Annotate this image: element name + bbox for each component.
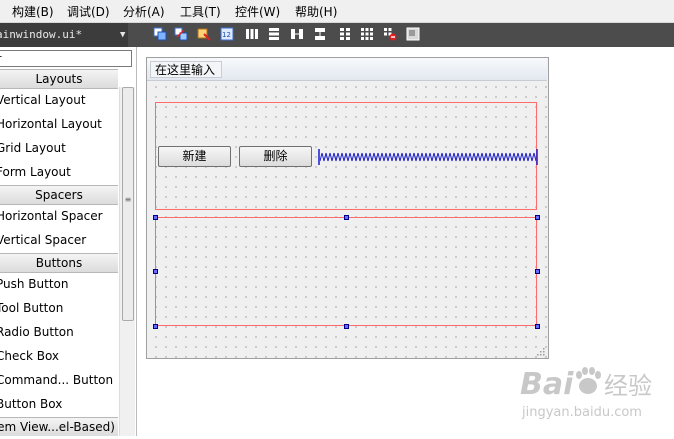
list-item-horizontal-layout[interactable]: Horizontal Layout: [0, 112, 121, 136]
vertical-scrollbar[interactable]: ≡: [119, 87, 135, 436]
resize-handle-top-left[interactable]: [153, 215, 158, 220]
file-name: ainwindow.ui*: [0, 28, 83, 41]
layout-grid-icon[interactable]: [360, 27, 374, 41]
list-item-command-link-button[interactable]: Command... Button: [0, 368, 121, 392]
menu-widgets[interactable]: 控件(W): [235, 3, 280, 20]
edit-buddies-icon[interactable]: [197, 27, 211, 41]
layout-horizontal-splitter-icon[interactable]: [290, 27, 304, 41]
new-button[interactable]: 新建: [158, 146, 231, 167]
watermark-brand: Bai: [520, 367, 574, 402]
menu-analyze[interactable]: 分析(A): [123, 3, 165, 20]
list-item-check-box[interactable]: Check Box: [0, 344, 121, 368]
horizontal-spacer[interactable]: [318, 149, 538, 165]
category-spacers[interactable]: Spacers: [0, 185, 118, 205]
svg-text:12: 12: [222, 31, 231, 39]
menu-type-here[interactable]: 在这里输入: [150, 61, 222, 78]
list-item-vertical-layout[interactable]: Vertical Layout: [0, 88, 121, 112]
scrollbar-thumb[interactable]: ≡: [122, 87, 134, 321]
menu-bar: 构建(B) 调试(D) 分析(A) 工具(T) 控件(W) 帮助(H): [0, 0, 674, 23]
resize-handle-top-right[interactable]: [535, 215, 540, 220]
baidu-logo: Bai 经验 jingyan.baidu.com: [520, 367, 652, 420]
menu-build[interactable]: 构建(B): [12, 3, 54, 20]
resize-handle-top[interactable]: [344, 215, 349, 220]
list-item-tool-button[interactable]: Tool Button: [0, 296, 121, 320]
menu-tools[interactable]: 工具(T): [180, 3, 221, 20]
resize-handle-bottom-right[interactable]: [535, 324, 540, 329]
break-layout-icon[interactable]: [383, 27, 397, 41]
paw-icon: [576, 367, 601, 394]
layout-vertical-splitter-icon[interactable]: [313, 27, 327, 41]
edit-tab-order-icon[interactable]: 12: [220, 27, 234, 41]
layout-vertical-icon[interactable]: [267, 27, 281, 41]
watermark-url: jingyan.baidu.com: [521, 405, 642, 420]
filter-input[interactable]: r: [0, 50, 132, 67]
open-file-selector[interactable]: ainwindow.ui* ▼: [0, 23, 128, 47]
baidu-watermark: Bai 经验 jingyan.baidu.com: [514, 358, 674, 436]
menu-debug[interactable]: 调试(D): [67, 3, 110, 20]
edit-signals-slots-icon[interactable]: [174, 27, 188, 41]
resize-handle-left[interactable]: [153, 269, 158, 274]
layout-form-icon[interactable]: [338, 27, 352, 41]
list-item-form-layout[interactable]: Form Layout: [0, 160, 121, 184]
resize-handle-bottom-left[interactable]: [153, 324, 158, 329]
delete-button[interactable]: 删除: [239, 146, 312, 167]
list-item-vertical-spacer[interactable]: Vertical Spacer: [0, 228, 121, 252]
list-item-grid-layout[interactable]: Grid Layout: [0, 136, 121, 160]
resize-handle-right[interactable]: [535, 269, 540, 274]
adjust-size-icon[interactable]: [406, 27, 420, 41]
list-item-button-box[interactable]: Button Box: [0, 392, 121, 416]
menu-help[interactable]: 帮助(H): [295, 3, 337, 20]
list-item-push-button[interactable]: Push Button: [0, 272, 121, 296]
edit-widgets-icon[interactable]: [153, 27, 167, 41]
watermark-suffix: 经验: [604, 372, 652, 400]
resize-handle-bottom[interactable]: [344, 324, 349, 329]
grip-icon: ≡: [124, 195, 132, 204]
category-layouts[interactable]: Layouts: [0, 69, 118, 89]
list-item-radio-button[interactable]: Radio Button: [0, 320, 121, 344]
category-item-views[interactable]: em View...el-Based): [0, 417, 118, 436]
layout-horizontal-icon[interactable]: [245, 27, 259, 41]
category-buttons[interactable]: Buttons: [0, 253, 118, 273]
chevron-down-icon: ▼: [120, 30, 126, 40]
size-grip-icon[interactable]: [535, 346, 545, 356]
selected-layout-frame[interactable]: [155, 217, 537, 326]
widget-box-panel: r Layouts Vertical Layout Horizontal Lay…: [0, 47, 137, 436]
list-item-horizontal-spacer[interactable]: Horizontal Spacer: [0, 204, 121, 228]
